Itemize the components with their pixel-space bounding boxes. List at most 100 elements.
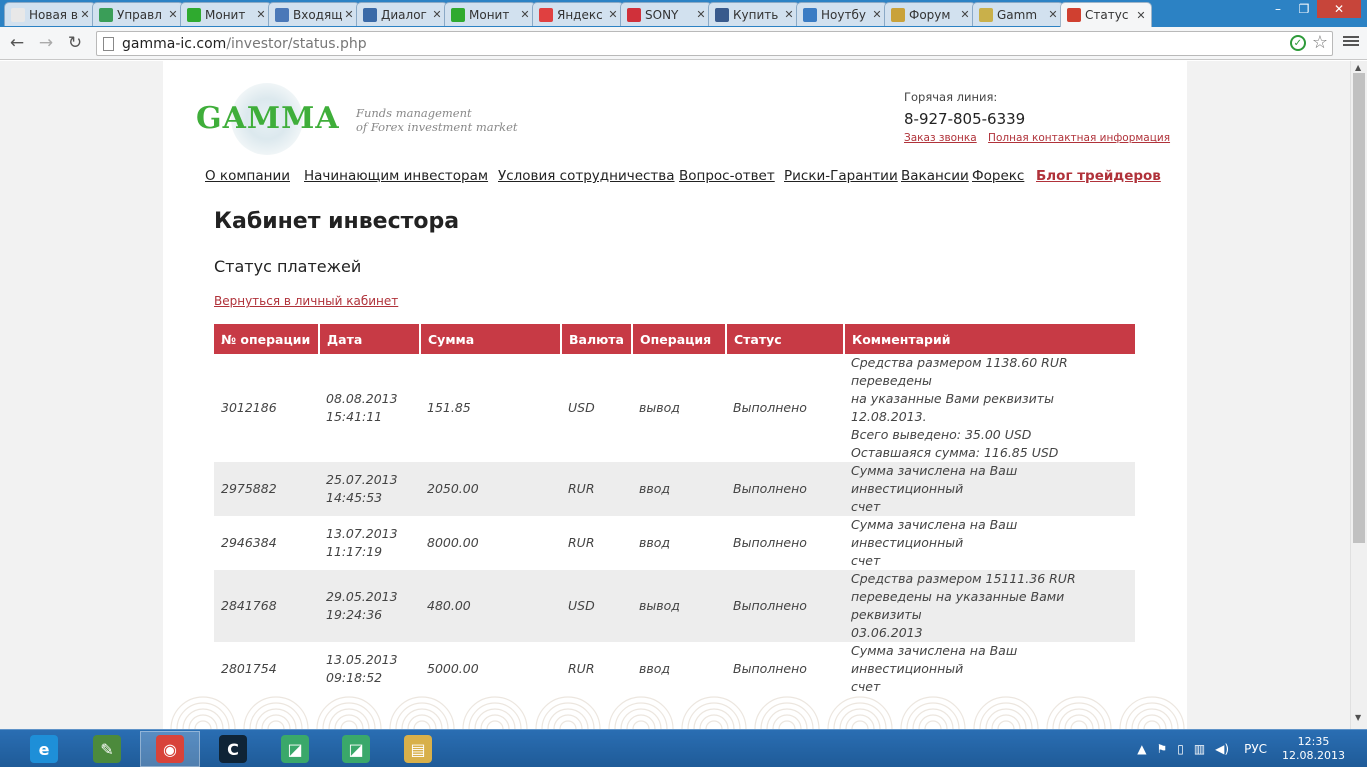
- tab-close-icon[interactable]: ✕: [431, 8, 443, 21]
- menu-icon[interactable]: [1343, 34, 1359, 50]
- browser-tab[interactable]: Управл ✕: [92, 2, 184, 26]
- nav-about[interactable]: О компании: [205, 168, 290, 184]
- cell-date: 29.05.2013 19:24:36: [319, 570, 420, 642]
- checkmark-icon[interactable]: ✓: [1289, 35, 1306, 51]
- tab-close-icon[interactable]: ✕: [959, 8, 971, 21]
- close-window-button[interactable]: ✕: [1317, 0, 1361, 18]
- ornament-arc: [541, 702, 595, 729]
- tab-close-icon[interactable]: ✕: [79, 8, 91, 21]
- cell-amount: 151.85: [427, 400, 471, 415]
- ornament-arc: [486, 720, 504, 729]
- nav-terms[interactable]: Условия сотрудничества: [498, 168, 675, 184]
- browser-tab[interactable]: Ноутбу ✕: [796, 2, 888, 26]
- browser-tab[interactable]: Яндекс ✕: [532, 2, 624, 26]
- tab-close-icon[interactable]: ✕: [167, 8, 179, 21]
- ornament-arc: [681, 696, 747, 729]
- tab-close-icon[interactable]: ✕: [519, 8, 531, 21]
- cell-status: Выполнено: [733, 535, 807, 550]
- tab-list: Новая вкл✕Управл✕Монит✕Входящ✕Диалог✕Мон…: [4, 2, 1152, 27]
- maximize-button[interactable]: ❐: [1291, 0, 1317, 18]
- browser-tab[interactable]: Входящ ✕: [268, 2, 360, 26]
- back-arrow-icon[interactable]: ←: [6, 32, 28, 54]
- site-logo[interactable]: GAMMA: [196, 83, 339, 155]
- cell-operation: ввод: [639, 535, 671, 550]
- browser-tab[interactable]: Форум ✕: [884, 2, 976, 26]
- browser-tab[interactable]: Статус ✕: [1060, 2, 1152, 27]
- tab-close-icon[interactable]: ✕: [783, 8, 795, 21]
- tab-close-icon[interactable]: ✕: [255, 8, 267, 21]
- address-bar[interactable]: gamma-ic.com/investor/status.php ✓ ☆: [96, 31, 1333, 56]
- nav-faq[interactable]: Вопрос-ответ: [679, 168, 775, 184]
- ornament-arc: [1070, 720, 1088, 729]
- ornament-arc: [316, 696, 382, 729]
- ornament-arc: [413, 720, 431, 729]
- ornament-arc: [535, 696, 601, 729]
- browser-tab[interactable]: Gamm ✕: [972, 2, 1064, 26]
- ornament-arc: [170, 696, 236, 729]
- show-hidden-icons-icon[interactable]: ▲: [1137, 742, 1146, 756]
- hotline-phone: 8-927-805-6339: [904, 110, 1026, 128]
- taskbar-app-button[interactable]: ◉: [140, 731, 200, 767]
- vertical-scrollbar[interactable]: ▲ ▼: [1350, 61, 1367, 729]
- table-body: 3012186 08.08.2013 15:41:11 151.85 USD вывод В…: [214, 354, 1135, 696]
- reload-icon[interactable]: ↻: [64, 32, 86, 54]
- logo-text: GAMMA: [196, 101, 340, 136]
- col-header-currency: Валюта: [561, 324, 633, 354]
- ornament-arc: [772, 714, 802, 729]
- table-header-row: № операции Дата Сумма Валюта Операция Ст…: [214, 324, 1135, 354]
- scroll-up-arrow-icon[interactable]: ▲: [1355, 63, 1361, 72]
- browser-tab[interactable]: Монит ✕: [180, 2, 272, 26]
- scrollbar-thumb[interactable]: [1353, 73, 1365, 543]
- nav-vacancies[interactable]: Вакансии: [901, 168, 969, 184]
- language-indicator[interactable]: РУС: [1244, 742, 1267, 756]
- cell-id: 2975882: [214, 462, 319, 516]
- tab-close-icon[interactable]: ✕: [1047, 8, 1059, 21]
- taskbar-app-button[interactable]: ◪: [265, 731, 325, 767]
- footer-ornament: [170, 696, 1185, 729]
- bookmark-star-icon[interactable]: ☆: [1312, 34, 1328, 52]
- clock[interactable]: 12:35 12.08.2013: [1282, 735, 1345, 763]
- contacts-link[interactable]: Полная контактная информация: [988, 132, 1170, 144]
- taskbar-app-button[interactable]: e: [14, 731, 74, 767]
- tab-close-icon[interactable]: ✕: [607, 8, 619, 21]
- volume-icon[interactable]: ◀): [1215, 742, 1229, 756]
- browser-tab[interactable]: SONY ✕: [620, 2, 712, 26]
- url-host: gamma-ic.com: [122, 35, 227, 52]
- n-logo-icon: [715, 7, 729, 22]
- taskbar-app-button[interactable]: ✎: [77, 731, 137, 767]
- browser-tab[interactable]: Монит ✕: [444, 2, 536, 26]
- callback-link[interactable]: Заказ звонка: [904, 132, 977, 144]
- battery-icon[interactable]: ▯: [1177, 742, 1184, 756]
- nav-beginners[interactable]: Начинающим инвесторам: [304, 168, 488, 184]
- nav-trader-blog[interactable]: Блог трейдеров: [1036, 168, 1161, 184]
- browser-tab[interactable]: Новая вкл✕: [4, 2, 96, 26]
- nav-risks[interactable]: Риски-Гарантии: [784, 168, 898, 184]
- taskbar-app-button[interactable]: C: [203, 731, 263, 767]
- tab-close-icon[interactable]: ✕: [871, 8, 883, 21]
- action-center-flag-icon[interactable]: ⚑: [1156, 742, 1167, 756]
- back-to-cabinet-link[interactable]: Вернуться в личный кабинет: [214, 294, 398, 308]
- ornament-arc: [468, 702, 522, 729]
- taskbar-app-button[interactable]: ▤: [388, 731, 448, 767]
- ornament-arc: [997, 720, 1015, 729]
- tab-close-icon[interactable]: ✕: [695, 8, 707, 21]
- page-container: GAMMA Funds management of Forex investme…: [163, 61, 1187, 729]
- page-viewport: GAMMA Funds management of Forex investme…: [0, 61, 1350, 729]
- scroll-down-arrow-icon[interactable]: ▼: [1355, 713, 1361, 722]
- cell-comment: Сумма зачислена на Ваш инвестиционный сче…: [844, 516, 1135, 570]
- ornament-arc: [1052, 702, 1106, 729]
- browser-tab[interactable]: Диалог ✕: [356, 2, 448, 26]
- nav-forex[interactable]: Форекс: [972, 168, 1024, 184]
- tab-close-icon[interactable]: ✕: [1135, 9, 1147, 22]
- tab-close-icon[interactable]: ✕: [343, 8, 355, 21]
- browser-tab[interactable]: Купить ✕: [708, 2, 800, 26]
- taskbar-app-button[interactable]: ◪: [326, 731, 386, 767]
- cell-id: 2841768: [214, 570, 319, 642]
- cell-comment: Средства размером 15111.36 RUR переведены…: [844, 570, 1135, 642]
- forward-arrow-icon[interactable]: →: [35, 32, 57, 54]
- minimize-button[interactable]: –: [1265, 0, 1291, 18]
- yandex-icon: [539, 7, 553, 22]
- ornament-arc: [1143, 720, 1161, 729]
- network-icon[interactable]: ▥: [1194, 742, 1205, 756]
- chrome-icon: ◉: [156, 735, 184, 763]
